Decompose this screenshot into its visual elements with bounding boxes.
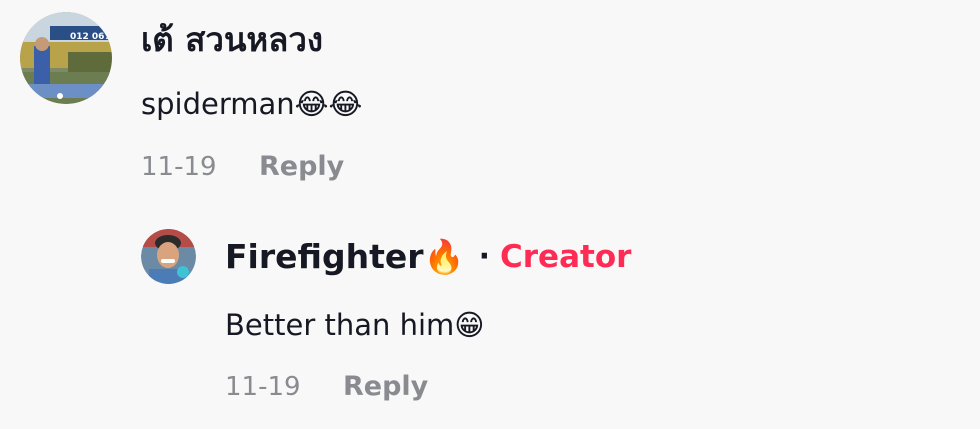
avatar-image — [141, 229, 196, 284]
avatar-image: 012 0678 — [20, 12, 112, 104]
reply-text: Better than him😁 — [225, 308, 485, 342]
avatar-overlay-text: 012 0678 — [70, 32, 112, 42]
reply-header: Firefighter🔥 · Creator — [225, 237, 631, 277]
reply-username[interactable]: Firefighter🔥 — [225, 237, 465, 277]
comment-username[interactable]: เต้ สวนหลวง — [141, 20, 323, 60]
reply-date: 11-19 — [225, 372, 301, 402]
comment-date: 11-19 — [141, 152, 217, 182]
comment-text: spiderman😂😂 — [141, 87, 363, 121]
reply-button[interactable]: Reply — [343, 371, 428, 403]
avatar[interactable] — [141, 229, 196, 284]
avatar[interactable]: 012 0678 — [20, 12, 112, 104]
creator-badge: Creator — [500, 239, 632, 275]
separator-dot: · — [478, 239, 491, 274]
reply-button[interactable]: Reply — [259, 151, 344, 183]
